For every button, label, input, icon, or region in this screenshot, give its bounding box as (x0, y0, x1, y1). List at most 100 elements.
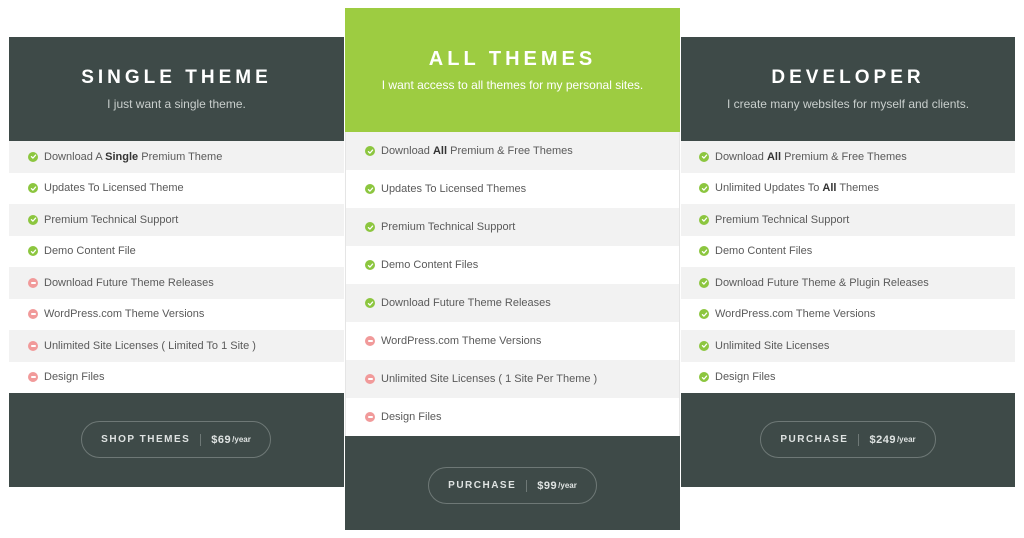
plan-single-theme: SINGLE THEME I just want a single theme.… (9, 37, 344, 487)
feature-text: Updates To Licensed Themes (381, 183, 527, 195)
feature-item: Download All Premium & Free Themes (681, 141, 1015, 173)
feature-text: Unlimited Site Licenses (715, 339, 830, 352)
feature-item: Premium Technical Support (346, 208, 679, 246)
minus-circle-icon (28, 372, 38, 383)
minus-circle-icon (28, 340, 38, 351)
check-circle-icon (699, 151, 709, 162)
purchase-all-themes-button[interactable]: PURCHASE $99/year (428, 467, 597, 504)
feature-list: Download All Premium & Free Themes Unlimi… (681, 141, 1015, 393)
button-period: /year (558, 481, 577, 490)
button-divider (858, 433, 860, 446)
feature-text: Premium Technical Support (715, 213, 850, 226)
button-price: $99 (537, 479, 558, 492)
feature-item: Design Files (9, 361, 344, 393)
feature-text: Premium Technical Support (44, 213, 179, 226)
feature-text: Download A (44, 150, 106, 163)
plan-subtitle: I just want a single theme. (107, 97, 246, 111)
button-divider (200, 433, 202, 446)
plan-subtitle: I want access to all themes for my perso… (381, 78, 644, 92)
plan-footer: PURCHASE $249/year (681, 393, 1015, 487)
check-circle-icon (699, 183, 709, 194)
feature-text: Design Files (381, 411, 442, 423)
feature-text-suffix: Premium & Free Themes (447, 145, 573, 157)
check-circle-icon (28, 246, 38, 257)
feature-text-emphasis: All (766, 150, 782, 163)
button-period: /year (232, 435, 251, 444)
plan-footer: SHOP THEMES $69/year (9, 393, 344, 487)
feature-text-suffix: Premium Theme (138, 150, 223, 163)
feature-item: Premium Technical Support (681, 204, 1015, 236)
feature-text: Unlimited Site Licenses ( Limited To 1 S… (44, 339, 256, 352)
feature-item: Unlimited Site Licenses ( 1 Site Per The… (346, 360, 679, 398)
check-circle-icon (28, 214, 38, 225)
feature-text: Demo Content Files (715, 245, 813, 258)
button-divider (526, 479, 528, 492)
plan-footer: PURCHASE $99/year (345, 436, 680, 530)
feature-item: Download All Premium & Free Themes (346, 132, 679, 170)
feature-text: Download (715, 150, 767, 163)
feature-item: Demo Content Files (681, 235, 1015, 267)
check-circle-icon (699, 340, 709, 351)
button-label: PURCHASE (780, 434, 849, 445)
feature-item: WordPress.com Theme Versions (9, 298, 344, 330)
feature-text: Download Future Theme Releases (44, 276, 214, 289)
feature-text: Design Files (44, 371, 105, 384)
feature-item: Download Future Theme Releases (346, 284, 679, 322)
feature-text: Design Files (715, 371, 776, 384)
feature-item: Download Future Theme & Plugin Releases (681, 267, 1015, 299)
minus-circle-icon (28, 277, 38, 288)
feature-text: WordPress.com Theme Versions (44, 308, 205, 321)
check-circle-icon (365, 184, 375, 194)
check-circle-icon (365, 222, 375, 232)
feature-item: Premium Technical Support (9, 204, 344, 236)
button-label: PURCHASE (448, 480, 517, 491)
feature-text: Download Future Theme Releases (381, 297, 551, 309)
feature-text: Download Future Theme & Plugin Releases (715, 276, 929, 289)
feature-item: Design Files (346, 398, 679, 436)
feature-text: Download (381, 145, 433, 157)
feature-text: Demo Content Files (381, 259, 479, 271)
check-circle-icon (699, 372, 709, 383)
feature-text-suffix: Premium & Free Themes (781, 150, 907, 163)
check-circle-icon (699, 246, 709, 257)
button-period: /year (896, 435, 916, 444)
feature-text-suffix: Themes (836, 182, 880, 195)
feature-list: Download All Premium & Free Themes Update… (345, 132, 680, 436)
plan-subtitle: I create many websites for myself and cl… (726, 97, 970, 111)
feature-item: Demo Content Files (346, 246, 679, 284)
minus-circle-icon (365, 336, 375, 346)
feature-list: Download A Single Premium Theme Updates T… (9, 141, 344, 393)
button-price: $69 (211, 433, 232, 446)
feature-item: Demo Content File (9, 235, 344, 267)
check-circle-icon (699, 277, 709, 288)
plan-header: DEVELOPER I create many websites for mys… (681, 37, 1015, 141)
shop-themes-button[interactable]: SHOP THEMES $69/year (81, 421, 271, 458)
plan-title: DEVELOPER (771, 67, 925, 88)
check-circle-icon (365, 298, 375, 308)
check-circle-icon (365, 260, 375, 270)
feature-item: Unlimited Site Licenses (681, 330, 1015, 362)
minus-circle-icon (365, 412, 375, 422)
minus-circle-icon (28, 309, 38, 320)
feature-text-emphasis: All (432, 145, 448, 157)
purchase-developer-button[interactable]: PURCHASE $249/year (760, 421, 936, 458)
feature-item: WordPress.com Theme Versions (346, 322, 679, 360)
feature-text: WordPress.com Theme Versions (715, 308, 876, 321)
button-label: SHOP THEMES (101, 434, 191, 445)
feature-text: Unlimited Site Licenses ( 1 Site Per The… (381, 373, 598, 385)
feature-text: Unlimited Updates To (715, 182, 823, 195)
feature-item: Download Future Theme Releases (9, 267, 344, 299)
feature-text: Updates To Licensed Theme (44, 182, 184, 195)
feature-text: WordPress.com Theme Versions (381, 335, 542, 347)
plan-header: SINGLE THEME I just want a single theme. (9, 37, 344, 141)
feature-item: Updates To Licensed Themes (346, 170, 679, 208)
plan-title: SINGLE THEME (81, 67, 272, 88)
feature-text: Demo Content File (44, 245, 136, 258)
check-circle-icon (699, 309, 709, 320)
feature-item: Download A Single Premium Theme (9, 141, 344, 173)
check-circle-icon (699, 214, 709, 225)
feature-item: Updates To Licensed Theme (9, 172, 344, 204)
plan-all-themes: ALL THEMES I want access to all themes f… (345, 8, 680, 530)
feature-item: Unlimited Site Licenses ( Limited To 1 S… (9, 330, 344, 362)
check-circle-icon (28, 183, 38, 194)
